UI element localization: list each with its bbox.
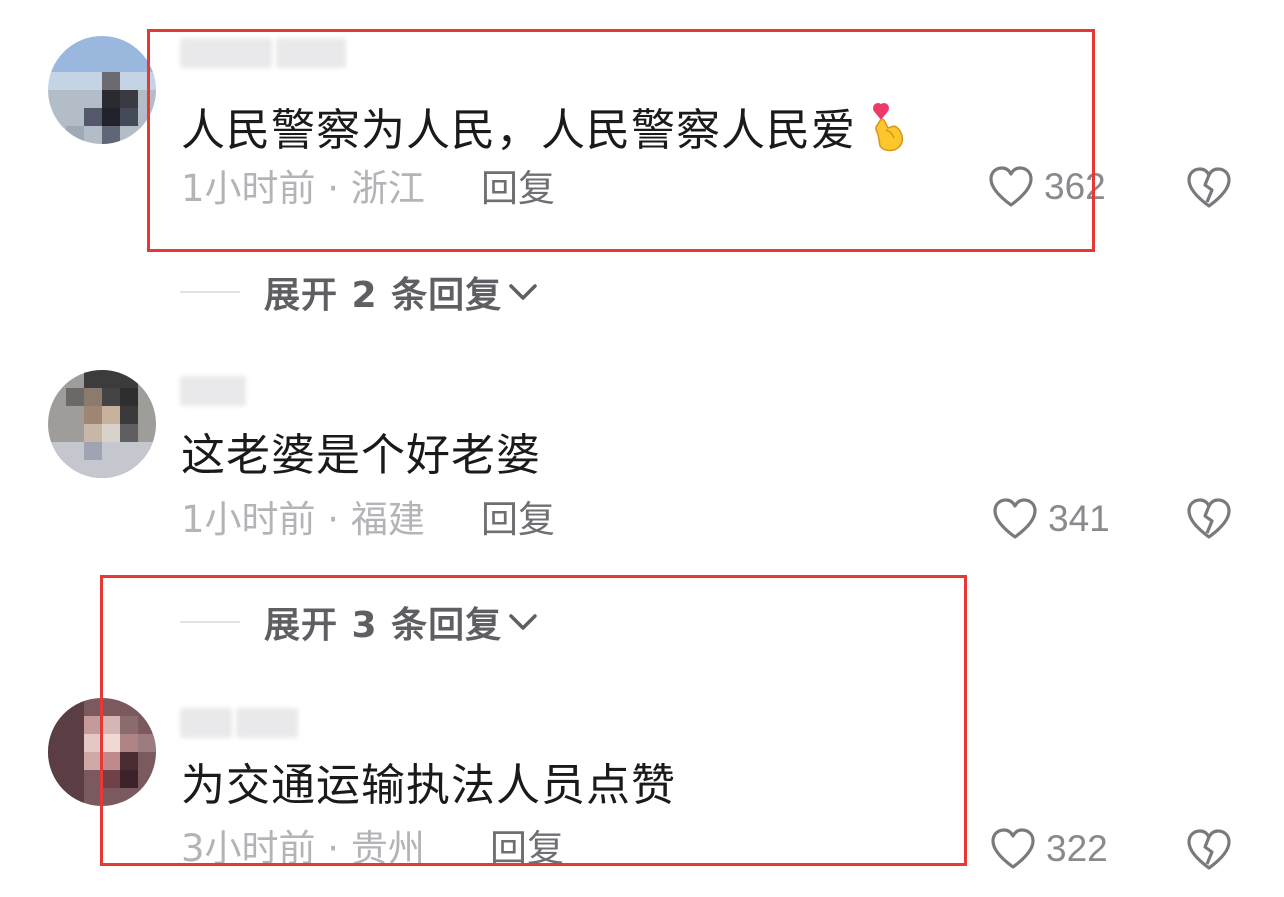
expand-replies-button[interactable]: 展开 2 条回复 [180, 268, 538, 316]
like-count: 341 [1048, 498, 1110, 539]
dislike-button[interactable] [1186, 497, 1232, 545]
heart-icon [993, 498, 1037, 539]
divider [180, 291, 240, 293]
broken-heart-icon [1187, 498, 1231, 539]
reply-button[interactable]: 回复 [481, 497, 555, 543]
like-count: 322 [1046, 828, 1108, 869]
expand-replies-label: 展开 2 条回复 [264, 275, 503, 316]
comment-text: 这老婆是个好老婆 [181, 430, 541, 481]
avatar[interactable] [48, 36, 156, 144]
highlight-box [147, 29, 1095, 252]
highlight-box [100, 575, 967, 866]
avatar[interactable] [48, 370, 156, 478]
dislike-button[interactable] [1186, 828, 1232, 876]
chevron-down-icon [509, 284, 537, 300]
like-button[interactable]: 341 [992, 496, 1110, 542]
like-button[interactable]: 322 [990, 826, 1108, 872]
broken-heart-icon [1187, 167, 1231, 208]
dislike-button[interactable] [1186, 166, 1232, 214]
username-blurred[interactable] [180, 376, 246, 412]
broken-heart-icon [1187, 829, 1231, 870]
comment-meta: 1小时前 · 福建 [181, 498, 425, 541]
heart-icon [991, 828, 1035, 869]
